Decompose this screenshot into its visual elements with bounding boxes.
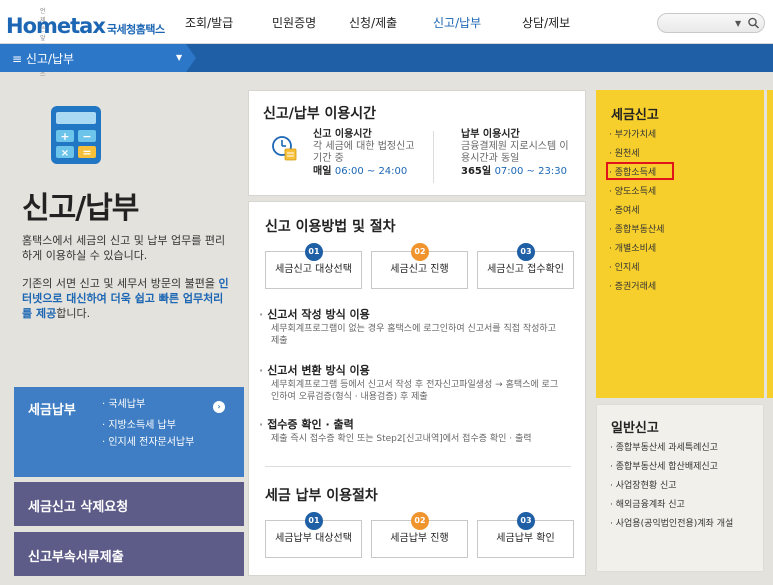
- menu-item-certificates[interactable]: 민원증명: [272, 14, 316, 31]
- tax-filing-item-gift[interactable]: 증여세: [609, 204, 664, 223]
- search-dropdown-caret-icon[interactable]: ▼: [735, 19, 741, 28]
- step-number: 03: [517, 243, 535, 261]
- tax-payment-item[interactable]: · 지방소득세 납부: [102, 420, 194, 431]
- filing-procedure-title: 신고 이용방법 및 절차: [265, 219, 396, 235]
- tax-filing-item-capital-gains[interactable]: 양도소득세: [609, 185, 664, 204]
- method-title: 신고서 변환 방식 이용: [259, 362, 370, 378]
- search-icon[interactable]: [746, 16, 762, 30]
- step-number: 02: [411, 512, 429, 530]
- panel-edge: [767, 90, 773, 398]
- step-number: 01: [305, 512, 323, 530]
- tax-filing-title: 세금신고: [611, 108, 659, 123]
- page-title: 신고/납부: [22, 191, 139, 226]
- tax-payment-panel: 세금납부 · 국세납부 · 지방소득세 납부 · 인지세 전자문서납부 ›: [14, 387, 244, 477]
- top-navigation: 언제든 앞에서비스 Hometax국세청홈택스 조회/발급 민원증명 신청/제출…: [0, 0, 773, 78]
- general-filing-item[interactable]: 사업장현황 신고: [610, 479, 733, 498]
- divider: [265, 466, 571, 467]
- method-description: 제출 즉시 접수증 확인 또는 Step2[신고내역]에서 접수증 확인 · 출…: [271, 434, 532, 444]
- payment-days: 365일: [461, 166, 492, 177]
- payment-time: 07:00 ~ 23:30: [494, 166, 567, 177]
- hero-description: 홈택스에서 세금의 신고 및 납부 업무를 편리하게 이용하실 수 있습니다.: [22, 234, 226, 262]
- method-title: 신고서 작성 방식 이용: [259, 306, 370, 322]
- tax-payment-title: 세금납부: [28, 403, 76, 418]
- logo-text: Hometax: [6, 14, 106, 38]
- step-number: 02: [411, 243, 429, 261]
- svg-text:=: =: [82, 146, 91, 159]
- breadcrumb-label: ≡ 신고/납부: [12, 52, 75, 66]
- tax-filing-panel: 세금신고 부가가치세 원천세 종합소득세 양도소득세 증여세 종합부동산세 개별…: [596, 90, 764, 398]
- menu-item-filing-payment[interactable]: 신고/납부: [433, 14, 481, 31]
- menu-item-application[interactable]: 신청/제출: [349, 14, 397, 31]
- tax-filing-item-vat[interactable]: 부가가치세: [609, 128, 664, 147]
- attach-docs-button[interactable]: 신고부속서류제출: [14, 532, 244, 576]
- calculator-icon: + − × =: [51, 106, 101, 164]
- tax-payment-item[interactable]: · 인지세 전자문서납부: [102, 437, 194, 448]
- payment-hours-desc: 금융결제원 지로시스템 이용시간과 동일: [461, 141, 569, 164]
- payment-procedure-title: 세금 납부 이용절차: [265, 488, 378, 504]
- svg-text:+: +: [60, 130, 69, 143]
- breadcrumb-caret-icon[interactable]: ▼: [176, 53, 182, 62]
- general-filing-panel: 일반신고 종합부동산세 과세특례신고 종합부동산세 합산배제신고 사업장현황 신…: [596, 404, 764, 572]
- step-number: 01: [305, 243, 323, 261]
- filing-hours-label: 신고 이용시간: [313, 129, 372, 140]
- tax-filing-item-property[interactable]: 종합부동산세: [609, 223, 665, 242]
- general-filing-item[interactable]: 사업용(공익법인전용)계좌 개설: [610, 517, 734, 536]
- method-description: 세무회계프로그램이 없는 경우 홈택스에 로그인하여 신고서를 직접 작성하고 …: [271, 324, 556, 346]
- tax-payment-list: · 국세납부 · 지방소득세 납부 · 인지세 전자문서납부: [102, 399, 194, 454]
- tax-filing-item-stamp[interactable]: 인지세: [609, 261, 664, 280]
- logo-subtext: 국세청홈택스: [106, 23, 165, 36]
- general-filing-title: 일반신고: [611, 421, 659, 436]
- general-filing-item[interactable]: 해외금융계좌 신고: [610, 498, 733, 517]
- highlight-box: [606, 162, 674, 180]
- tax-filing-list: 부가가치세 원천세 종합소득세 양도소득세 증여세 종합부동산세 개별소비세 인…: [609, 128, 665, 299]
- usage-time-panel: 신고/납부 이용시간 신고 이용시간 각 세금에 대한 법정신고 기간 중 매일…: [248, 90, 586, 196]
- payment-hours: 납부 이용시간 금융결제원 지로시스템 이용시간과 동일 365일 07:00 …: [461, 129, 571, 178]
- clock-calendar-icon: [272, 136, 297, 161]
- general-filing-list: 종합부동산세 과세특례신고 종합부동산세 합산배제신고 사업장현황 신고 해외금…: [610, 441, 734, 536]
- method-description: 세무회계프로그램 등에서 신고서 작성 후 전자신고파일생성 → 홈택스에 로그…: [271, 380, 559, 402]
- tax-filing-item-securities[interactable]: 증권거래세: [609, 280, 664, 299]
- general-filing-item[interactable]: 종합부동산세 합산배제신고: [610, 460, 733, 479]
- breadcrumb[interactable]: ≡ 신고/납부 ▼: [0, 44, 196, 72]
- filing-hours: 신고 이용시간 각 세금에 대한 법정신고 기간 중 매일 06:00 ~ 24…: [313, 129, 423, 178]
- usage-time-title: 신고/납부 이용시간: [263, 106, 377, 122]
- filing-hours-desc: 각 세금에 대한 법정신고 기간 중: [313, 141, 415, 164]
- step-number: 03: [517, 512, 535, 530]
- filing-days: 매일: [313, 166, 332, 177]
- divider: [433, 131, 434, 183]
- method-title: 접수증 확인 · 출력: [259, 416, 354, 432]
- arrow-right-icon[interactable]: ›: [213, 401, 225, 413]
- svg-text:−: −: [82, 130, 91, 143]
- hero-description-2: 기존의 서면 신고 및 세무서 방문의 불편을 인터넷으로 대신하여 더욱 쉽고…: [22, 277, 229, 320]
- delete-request-button[interactable]: 세금신고 삭제요청: [14, 482, 244, 526]
- payment-hours-label: 납부 이용시간: [461, 129, 520, 140]
- section-bar: ≡ 신고/납부 ▼: [0, 44, 773, 72]
- menu-item-inquiry[interactable]: 조회/발급: [185, 14, 233, 31]
- menu-item-consult[interactable]: 상담/제보: [522, 14, 570, 31]
- search-input[interactable]: ▼: [657, 13, 765, 33]
- tax-filing-item-consumption[interactable]: 개별소비세: [609, 242, 664, 261]
- procedure-panel: 신고 이용방법 및 절차 세금신고 대상선택 01 세금신고 진행 02 세금신…: [248, 201, 586, 576]
- general-filing-item[interactable]: 종합부동산세 과세특례신고: [610, 441, 733, 460]
- tax-payment-item[interactable]: · 국세납부: [102, 399, 194, 410]
- svg-text:×: ×: [61, 148, 69, 159]
- filing-time: 06:00 ~ 24:00: [334, 166, 408, 177]
